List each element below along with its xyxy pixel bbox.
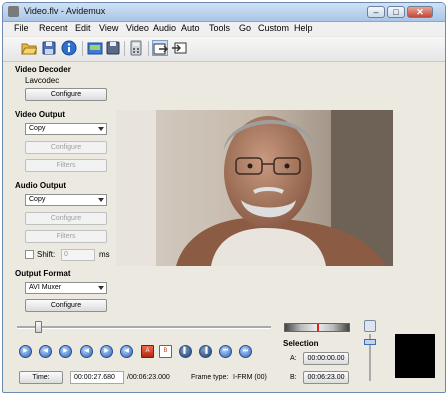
toolbar-separator bbox=[82, 41, 83, 56]
timeline-slider[interactable] bbox=[34, 321, 42, 333]
chevron-down-icon bbox=[98, 198, 104, 202]
next-frame-button[interactable]: ▶ bbox=[59, 345, 72, 358]
video-output-filters-button[interactable]: Filters bbox=[25, 159, 107, 172]
output-format-configure-button[interactable]: Configure bbox=[25, 299, 107, 312]
frame-type-label: Frame type: bbox=[191, 374, 229, 381]
info-icon[interactable] bbox=[61, 40, 77, 56]
set-marker-b-button[interactable]: B bbox=[159, 345, 172, 358]
mini-preview bbox=[395, 334, 435, 378]
video-output-configure-button[interactable]: Configure bbox=[25, 141, 107, 154]
last-frame-button[interactable]: ⏭ bbox=[239, 345, 252, 358]
chevron-down-icon bbox=[98, 127, 104, 131]
video-decoder-title: Video Decoder bbox=[15, 65, 71, 74]
selection-a-button[interactable]: 00:00:00.00 bbox=[303, 352, 349, 365]
audio-output-title: Audio Output bbox=[15, 181, 67, 190]
previous-black-button[interactable]: ◀ bbox=[120, 345, 133, 358]
output-format-title: Output Format bbox=[15, 269, 71, 278]
previous-keyframe-button[interactable]: ◀ bbox=[80, 345, 93, 358]
selection-b-button[interactable]: 00:06:23.00 bbox=[303, 371, 349, 384]
menu-audio[interactable]: Audio bbox=[153, 23, 176, 33]
menu-auto[interactable]: Auto bbox=[181, 23, 200, 33]
selection-b-label: B: bbox=[290, 374, 297, 381]
video-decoder-configure-button[interactable]: Configure bbox=[25, 88, 107, 101]
output-format-select[interactable]: AVI Muxer bbox=[25, 282, 107, 294]
video-output-title: Video Output bbox=[15, 110, 66, 119]
first-frame-button[interactable]: ⏮ bbox=[219, 345, 232, 358]
close-button[interactable]: ✕ bbox=[407, 6, 433, 18]
window-title: Video.flv - Avidemux bbox=[24, 6, 106, 16]
shift-unit: ms bbox=[99, 250, 110, 259]
maximize-button[interactable]: □ bbox=[387, 6, 405, 18]
jog-shuttle[interactable] bbox=[284, 323, 350, 332]
goto-marker-a-button[interactable]: ▌ bbox=[179, 345, 192, 358]
total-time: /00:06:23.000 bbox=[127, 374, 170, 381]
selection-title: Selection bbox=[283, 339, 319, 348]
menu-tools[interactable]: Tools bbox=[209, 23, 230, 33]
shift-checkbox[interactable] bbox=[25, 250, 34, 259]
toolbar-separator bbox=[148, 41, 149, 56]
set-marker-a-button[interactable]: A bbox=[141, 345, 154, 358]
menu-help[interactable]: Help bbox=[294, 23, 313, 33]
menu-custom[interactable]: Custom bbox=[258, 23, 289, 33]
current-time-field[interactable]: 00:00:27.680 bbox=[70, 371, 124, 384]
time-button[interactable]: Time: bbox=[19, 371, 63, 384]
shift-stepper[interactable]: 0 bbox=[61, 249, 95, 261]
audio-output-codec-value: Copy bbox=[29, 196, 46, 203]
app-icon bbox=[8, 6, 19, 17]
play-button[interactable]: ▶ bbox=[19, 345, 32, 358]
navigation-panel: ▶ ◀ ▶ ◀ ▶ ◀ A B ▌ ▐ ⏮ ⏭ Selection A: 00:… bbox=[3, 316, 445, 392]
toolbar bbox=[3, 37, 445, 62]
chevron-down-icon bbox=[98, 286, 104, 290]
audio-output-filters-button[interactable]: Filters bbox=[25, 230, 107, 243]
menu-go[interactable]: Go bbox=[239, 23, 251, 33]
menu-recent[interactable]: Recent bbox=[39, 23, 68, 33]
toolbar-separator bbox=[124, 41, 125, 56]
volume-icon[interactable] bbox=[364, 320, 376, 332]
save-disk-icon[interactable] bbox=[41, 40, 57, 56]
menu-bar: File Recent Edit View Video Audio Auto T… bbox=[3, 22, 445, 36]
frame-type-value: I-FRM (00) bbox=[233, 374, 267, 381]
open-folder-icon[interactable] bbox=[21, 40, 37, 56]
timeline-track[interactable] bbox=[17, 326, 271, 329]
menu-video[interactable]: Video bbox=[126, 23, 149, 33]
jog-indicator bbox=[317, 324, 319, 331]
menu-view[interactable]: View bbox=[99, 23, 118, 33]
selection-a-label: A: bbox=[290, 355, 297, 362]
volume-slider[interactable] bbox=[364, 339, 376, 345]
title-bar: Video.flv - Avidemux – □ ✕ bbox=[3, 3, 445, 22]
settings-panel: Video Decoder Lavcodec Configure Video O… bbox=[3, 61, 113, 316]
audio-output-codec-select[interactable]: Copy bbox=[25, 194, 107, 206]
minimize-button[interactable]: – bbox=[367, 6, 385, 18]
menu-file[interactable]: File bbox=[14, 23, 29, 33]
save-project-icon[interactable] bbox=[105, 40, 121, 56]
video-frame-image bbox=[116, 110, 393, 266]
video-output-codec-select[interactable]: Copy bbox=[25, 123, 107, 135]
video-decoder-codec: Lavcodec bbox=[25, 76, 60, 85]
load-project-icon[interactable] bbox=[87, 40, 103, 56]
shift-label: Shift: bbox=[37, 250, 56, 259]
application-window: Video.flv - Avidemux – □ ✕ File Recent E… bbox=[2, 2, 446, 393]
goto-marker-b-button[interactable]: ▐ bbox=[199, 345, 212, 358]
next-keyframe-button[interactable]: ▶ bbox=[100, 345, 113, 358]
calculator-icon[interactable] bbox=[128, 40, 144, 56]
previous-frame-button[interactable]: ◀ bbox=[39, 345, 52, 358]
output-format-value: AVI Muxer bbox=[29, 284, 62, 291]
output-view-icon[interactable] bbox=[171, 40, 187, 56]
input-view-icon[interactable] bbox=[152, 40, 168, 56]
video-output-codec-value: Copy bbox=[29, 125, 46, 132]
video-preview bbox=[116, 110, 393, 266]
audio-output-configure-button[interactable]: Configure bbox=[25, 212, 107, 225]
menu-edit[interactable]: Edit bbox=[75, 23, 91, 33]
